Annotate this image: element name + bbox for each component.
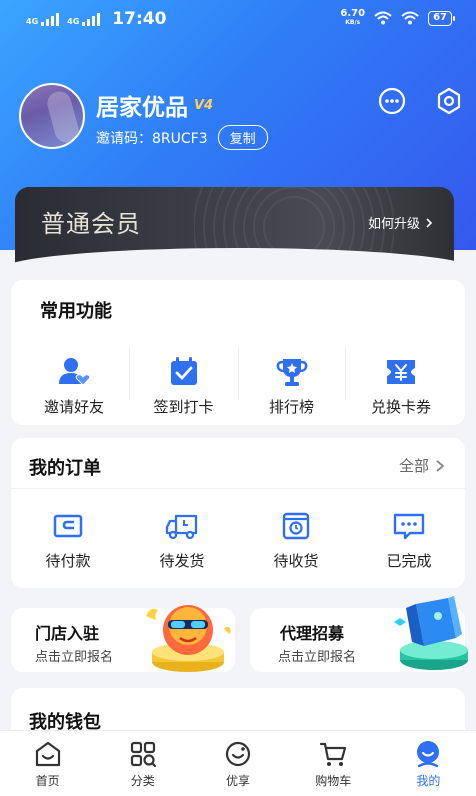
order-pending-payment[interactable]: 待付款	[11, 508, 125, 571]
smile-badge-icon	[225, 741, 251, 767]
invite-label: 邀请码：	[96, 130, 152, 147]
copy-button[interactable]: 复制	[217, 125, 268, 150]
checkin-calendar-icon	[170, 357, 197, 385]
chevron-right-icon	[426, 217, 433, 228]
orders-all-link[interactable]: 全部	[399, 455, 445, 476]
coupon-icon	[387, 360, 415, 384]
tab-label: 分类	[130, 774, 155, 788]
orders-card: 我的订单 全部 待付款 待发货 待收货 已完成	[11, 438, 465, 588]
divider	[11, 488, 465, 489]
vip-upgrade-label: 如何升级	[367, 217, 420, 232]
promo-title: 门店入驻	[35, 624, 100, 643]
tab-premium[interactable]: 优享	[190, 731, 285, 796]
invite-code-row: 邀请码：8RUCF3 复制	[96, 125, 268, 150]
tab-label: 首页	[35, 774, 60, 788]
order-pending-receipt[interactable]: 待收货	[239, 508, 353, 571]
promo-title: 代理招募	[280, 624, 345, 643]
wifi-2-icon	[401, 11, 419, 25]
function-leaderboard[interactable]: 排行榜	[238, 354, 345, 417]
signal-1-icon: 4G	[26, 12, 60, 26]
promo-subtitle: 点击立即报名	[278, 650, 357, 665]
profile-name: 居家优品 V4	[96, 88, 213, 122]
vip-upgrade-link[interactable]: 如何升级	[368, 213, 434, 232]
promo-subtitle: 点击立即报名	[35, 650, 114, 665]
truck-icon	[165, 514, 198, 540]
status-bar: 4G 4G 17:40 6.70 KB/s 67	[0, 0, 476, 36]
level-badge: V4	[194, 97, 214, 113]
shopping-cart-icon	[320, 742, 347, 766]
common-functions-title: 常用功能	[40, 301, 112, 322]
wifi-icon	[374, 11, 392, 25]
tab-label: 优享	[226, 774, 251, 788]
clock: 17:40	[112, 9, 167, 29]
mascot-illustration-icon	[146, 605, 231, 672]
tab-label: 购物车	[315, 774, 352, 788]
order-completed[interactable]: 已完成	[353, 508, 465, 571]
function-label: 签到打卡	[153, 398, 214, 416]
battery-icon: 67	[428, 10, 455, 26]
tab-home[interactable]: 首页	[0, 731, 95, 796]
function-label: 排行榜	[268, 398, 314, 416]
settings-icon[interactable]	[434, 86, 464, 116]
profile-name-text: 居家优品	[96, 95, 188, 121]
message-icon[interactable]	[377, 86, 407, 116]
order-label: 已完成	[386, 552, 432, 570]
tab-mine[interactable]: 我的	[381, 731, 476, 796]
profile-icon	[417, 741, 440, 768]
function-invite-friends[interactable]: 邀请好友	[19, 354, 129, 417]
signal-2-icon: 4G	[67, 12, 101, 26]
tab-cart[interactable]: 购物车	[286, 731, 381, 796]
function-redeem-coupon[interactable]: 兑换卡券	[345, 354, 457, 417]
common-functions-card: 常用功能 邀请好友 签到打卡 排行榜 兑换卡券	[11, 280, 465, 425]
function-checkin[interactable]: 签到打卡	[129, 354, 238, 417]
order-label: 待收货	[273, 552, 319, 570]
chevron-right-icon	[436, 459, 445, 472]
wallet-icon	[53, 514, 83, 538]
orders-title: 我的订单	[29, 458, 101, 479]
network-speed: 6.70 KB/s	[340, 8, 366, 27]
invite-code: 8RUCF3	[152, 130, 208, 147]
tab-category[interactable]: 分类	[95, 731, 190, 796]
tab-label: 我的	[416, 774, 441, 788]
order-label: 待付款	[45, 552, 91, 570]
avatar[interactable]	[19, 83, 85, 149]
function-label: 兑换卡券	[370, 398, 431, 416]
order-pending-shipment[interactable]: 待发货	[125, 508, 239, 571]
package-clock-icon	[282, 512, 310, 540]
cube-illustration-icon	[394, 596, 468, 670]
category-grid-icon	[130, 741, 156, 768]
bottom-tab-bar: 首页 分类 优享 购物车 我的	[0, 730, 476, 796]
function-label: 邀请好友	[43, 398, 104, 416]
home-icon	[35, 741, 60, 767]
order-label: 待发货	[159, 552, 205, 570]
vip-level-title: 普通会员	[41, 210, 141, 238]
message-done-icon	[393, 513, 425, 540]
orders-all-label: 全部	[398, 457, 429, 475]
invite-friend-icon	[59, 358, 91, 386]
trophy-icon	[276, 359, 307, 386]
